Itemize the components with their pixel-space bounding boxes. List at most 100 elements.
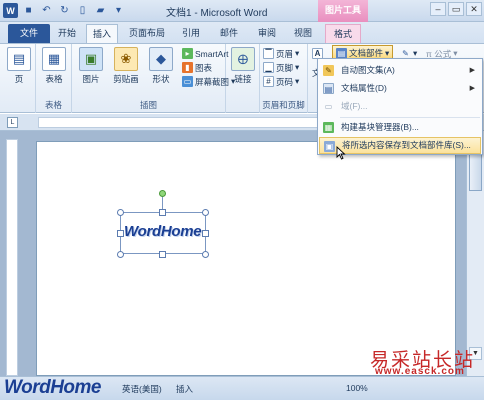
menu-item-document-property[interactable]: ▤ 文档属性(D) ▶ [319, 80, 481, 97]
chevron-down-icon: ▾ [385, 47, 390, 58]
clipart-label: 剪贴画 [113, 74, 139, 84]
smartart-icon: ▸ [182, 48, 193, 59]
screenshot-label: 屏幕截图 [195, 76, 230, 87]
links-label: 链接 [234, 74, 252, 84]
resize-handle-bottom-right[interactable] [202, 251, 209, 258]
tab-view[interactable]: 视图 [288, 24, 318, 43]
open-folder-icon[interactable]: ▰ [93, 3, 108, 18]
field-icon: ▭ [324, 102, 333, 111]
menu-item-autotext[interactable]: ✎ 自动图文集(A) ▶ [319, 62, 481, 79]
resize-handle-top-right[interactable] [202, 209, 209, 216]
resize-handle-right[interactable] [202, 230, 209, 237]
picture-button[interactable]: ▣ 图片 [74, 47, 108, 85]
customize-qat-icon[interactable]: ▾ [111, 3, 126, 18]
tab-format[interactable]: 格式 [325, 24, 361, 43]
smartart-button[interactable]: ▸ SmartArt [182, 47, 229, 60]
menu-separator [340, 117, 480, 118]
document-page[interactable] [36, 141, 456, 376]
window-controls: – ▭ ✕ [430, 2, 482, 16]
header-label: 页眉 [276, 48, 294, 59]
rotate-handle[interactable] [159, 190, 166, 197]
vertical-ruler[interactable] [6, 139, 18, 376]
header-button[interactable]: ▔ 页眉 ▾ [263, 47, 299, 60]
tab-page-layout[interactable]: 页面布局 [124, 24, 170, 43]
links-group: 🜨 链接 [226, 44, 260, 113]
tab-insert[interactable]: 插入 [86, 24, 118, 43]
menu-item-field: ▭ 域(F)... [319, 98, 481, 115]
chevron-down-icon: ▾ [295, 48, 300, 58]
menu-item-label: 文档属性(D) [341, 83, 387, 93]
menu-item-label: 域(F)... [341, 101, 368, 111]
redo-icon[interactable]: ↻ [57, 3, 72, 18]
footer-button[interactable]: ▁ 页脚 ▾ [263, 61, 299, 74]
menu-item-label: 将所选内容保存到文档部件库(S)... [342, 140, 471, 150]
clipart-button[interactable]: ❀ 剪贴画 [108, 47, 144, 85]
picture-tools-context-label: 图片工具 [318, 0, 368, 22]
picture-icon: ▣ [79, 47, 103, 71]
scroll-thumb[interactable] [469, 151, 482, 191]
picture-label: 图片 [82, 74, 100, 84]
word-app-icon[interactable]: W [3, 3, 18, 18]
menu-item-label: 自动图文集(A) [341, 65, 395, 75]
header-footer-group: ▔ 页眉 ▾ ▁ 页脚 ▾ # 页码 ▾ 页眉和页脚 [260, 44, 308, 113]
header-icon: ▔ [263, 48, 274, 59]
resize-handle-top-left[interactable] [117, 209, 124, 216]
close-button[interactable]: ✕ [466, 2, 482, 16]
page-number-label: 页码 [276, 76, 294, 87]
shapes-button[interactable]: ◆ 形状 [144, 47, 178, 85]
page-number-button[interactable]: # 页码 ▾ [263, 75, 299, 88]
menu-item-label: 构建基块管理器(B)... [341, 122, 419, 132]
zoom-level[interactable]: 100% [346, 383, 368, 393]
screenshot-icon: ▭ [182, 76, 193, 87]
shapes-label: 形状 [152, 74, 170, 84]
language-indicator[interactable]: 英语(美国) [122, 383, 162, 395]
maximize-button[interactable]: ▭ [448, 2, 464, 16]
chart-label: 图表 [195, 62, 213, 73]
tab-file[interactable]: 文件 [8, 24, 50, 43]
wordhome-picture[interactable]: WordHome [124, 223, 202, 240]
quick-parts-menu: ✎ 自动图文集(A) ▶ ▤ 文档属性(D) ▶ ▭ 域(F)... ▦ 构建基… [317, 58, 483, 155]
vertical-scrollbar[interactable]: ▲ ▼ [466, 131, 484, 376]
links-button[interactable]: 🜨 链接 [226, 47, 260, 85]
chart-button[interactable]: ▮ 图表 [182, 61, 212, 74]
submenu-arrow-icon: ▶ [469, 67, 475, 74]
submenu-arrow-icon: ▶ [469, 85, 475, 92]
save-icon[interactable]: ■ [21, 3, 36, 18]
link-icon: 🜨 [231, 47, 255, 71]
mouse-cursor-icon [336, 146, 346, 160]
insert-mode-indicator[interactable]: 插入 [176, 383, 193, 395]
resize-handle-left[interactable] [117, 230, 124, 237]
tab-home[interactable]: 开始 [52, 24, 82, 43]
document-area [0, 131, 466, 376]
illustrations-group-label: 插图 [139, 100, 157, 110]
clipart-icon: ❀ [114, 47, 138, 71]
pages-button[interactable]: ▤ 页 [2, 47, 36, 85]
title-bar: W ■ ↶ ↻ ▯ ▰ ▾ 文档1 - Microsoft Word 图片工具 … [0, 0, 484, 22]
footer-label: 页脚 [276, 62, 294, 73]
resize-handle-top[interactable] [159, 209, 166, 216]
resize-handle-bottom[interactable] [159, 251, 166, 258]
tables-group-label: 表格 [44, 100, 62, 110]
tab-selector[interactable]: L [7, 117, 18, 128]
table-button[interactable]: ▦ 表格 [37, 47, 71, 85]
chart-icon: ▮ [182, 62, 193, 73]
shapes-icon: ◆ [149, 47, 173, 71]
footer-icon: ▁ [263, 62, 274, 73]
menu-item-building-blocks-organizer[interactable]: ▦ 构建基块管理器(B)... [319, 119, 481, 136]
rotate-handle-stem [162, 197, 163, 209]
chevron-down-icon: ▾ [295, 76, 300, 86]
status-bar: WordHome 英语(美国) 插入 100% [0, 376, 484, 400]
header-footer-group-label: 页眉和页脚 [262, 100, 305, 110]
resize-handle-bottom-left[interactable] [117, 251, 124, 258]
undo-icon[interactable]: ↶ [39, 3, 54, 18]
quick-access-toolbar: W ■ ↶ ↻ ▯ ▰ ▾ [3, 3, 126, 18]
minimize-button[interactable]: – [430, 2, 446, 16]
chevron-down-icon: ▾ [295, 62, 300, 72]
new-document-icon[interactable]: ▯ [75, 3, 90, 18]
tab-review[interactable]: 审阅 [252, 24, 282, 43]
tab-mailings[interactable]: 邮件 [214, 24, 244, 43]
building-blocks-icon: ▦ [323, 122, 334, 133]
watermark-url: www.easck.com [375, 366, 465, 377]
autotext-icon: ✎ [323, 65, 334, 76]
tab-references[interactable]: 引用 [176, 24, 206, 43]
